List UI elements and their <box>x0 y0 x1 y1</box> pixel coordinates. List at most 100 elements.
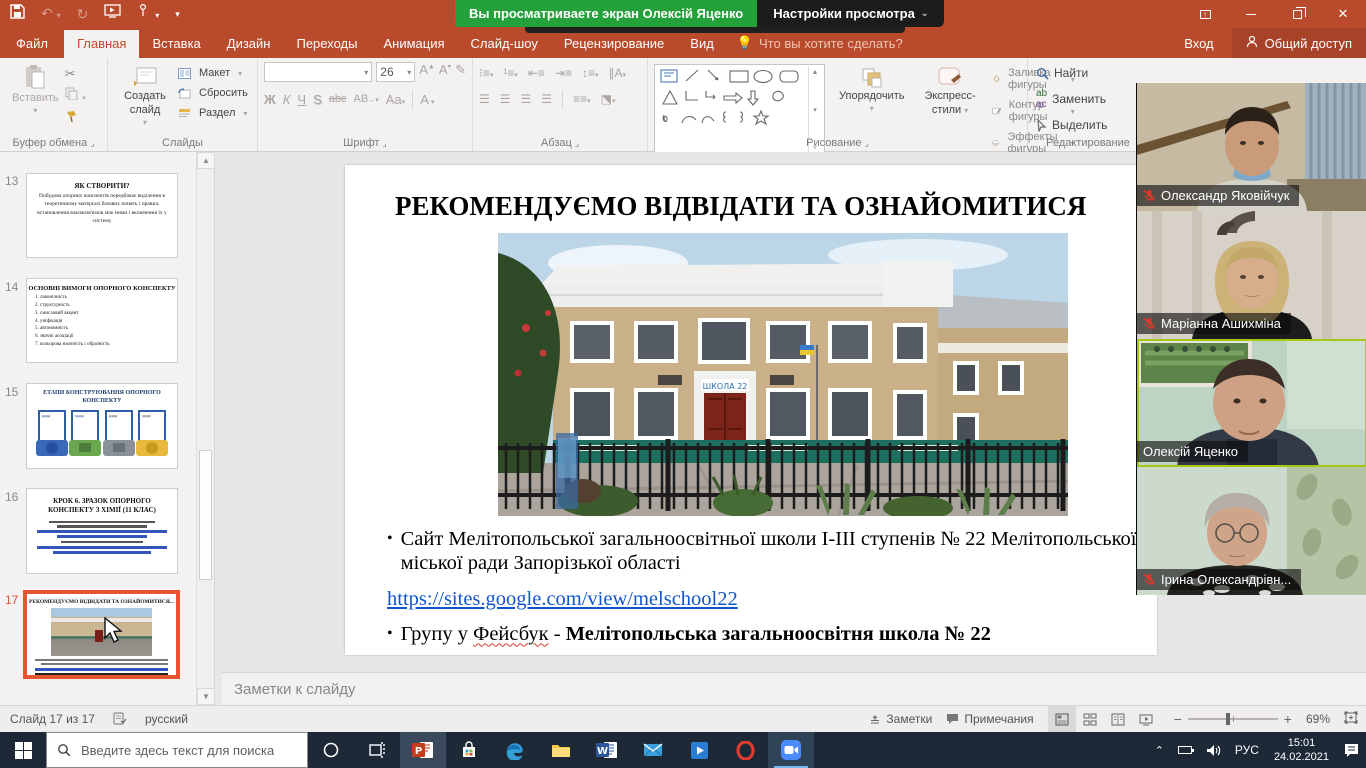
find-button[interactable]: Найти <box>1034 63 1142 83</box>
numbering-icon[interactable]: ¹≡▾ <box>503 66 518 80</box>
tab-animations[interactable]: Анимация <box>370 30 457 58</box>
taskbar-clock[interactable]: 15:01 24.02.2021 <box>1266 736 1337 765</box>
thumbnails-scrollbar[interactable]: ▲ ▼ <box>196 152 214 705</box>
justify-icon[interactable]: ☰ <box>541 92 552 106</box>
tray-chevron-icon[interactable]: ⌃ <box>1148 744 1171 757</box>
smartart-icon[interactable]: ⬔▾ <box>601 92 616 106</box>
tab-transitions[interactable]: Переходы <box>283 30 370 58</box>
slide-canvas[interactable]: РЕКОМЕНДУЄМО ВІДВІДАТИ ТА ОЗНАЙОМИТИСЯ <box>345 165 1157 655</box>
slideshow-view-button[interactable] <box>1132 706 1160 732</box>
zoom-in-button[interactable]: + <box>1284 711 1292 727</box>
thumbnail-slide-17-selected[interactable]: РЕКОМЕНДУЄМО ВІДВІДАТИ ТА ОЗНАЙОМИТИСЯ..… <box>23 590 180 679</box>
zoom-out-button[interactable]: − <box>1174 711 1182 727</box>
cortana-button[interactable] <box>308 732 354 768</box>
taskbar-movies-tv[interactable] <box>676 732 722 768</box>
participant-tile-1[interactable]: Олександр Яковійчук <box>1137 83 1366 211</box>
thumbnail-slide-16[interactable]: КРОК 6. ЗРАЗОК ОПОРНОГО КОНСПЕКТУ З ХІМІ… <box>26 488 178 574</box>
columns-icon[interactable]: ≡≡▾ <box>573 92 591 106</box>
shrink-font-icon[interactable]: А▾ <box>439 62 451 82</box>
restore-button[interactable] <box>1274 0 1320 28</box>
language-indicator[interactable]: русский <box>145 712 188 726</box>
strikethrough-button[interactable]: abc <box>329 93 347 105</box>
taskbar-zoom[interactable] <box>768 732 814 768</box>
bold-button[interactable]: Ж <box>264 92 276 107</box>
layout-button[interactable]: Макет▾ <box>176 65 250 81</box>
start-slideshow-icon[interactable] <box>104 0 121 28</box>
underline-button[interactable]: Ч <box>297 92 306 107</box>
select-button[interactable]: Выделить <box>1034 115 1142 135</box>
task-view-button[interactable] <box>354 732 400 768</box>
taskbar-word[interactable]: W <box>584 732 630 768</box>
reading-view-button[interactable] <box>1104 706 1132 732</box>
zoom-slider[interactable]: − + <box>1174 711 1292 727</box>
thumbnail-slide-14[interactable]: ОСНОВНІ ВИМОГИ ОПОРНОГО КОНСПЕКТУ 1. лак… <box>26 278 178 363</box>
redo-icon[interactable]: ↻ <box>77 0 89 28</box>
slide-sorter-view-button[interactable] <box>1076 706 1104 732</box>
minimize-button[interactable] <box>1228 0 1274 28</box>
align-left-icon[interactable]: ☰ <box>479 92 490 106</box>
school-photo[interactable]: ШКОЛА 22 <box>498 233 1068 516</box>
italic-button[interactable]: К <box>283 92 291 107</box>
font-color-button[interactable]: А ▾ <box>420 92 434 107</box>
taskbar-search[interactable]: Введите здесь текст для поиска <box>46 732 308 768</box>
scrollbar-thumb[interactable] <box>199 450 212 580</box>
battery-icon[interactable] <box>1171 746 1199 754</box>
new-slide-button[interactable]: Создать слайд ▾ <box>114 62 176 130</box>
tab-slideshow[interactable]: Слайд-шоу <box>458 30 551 58</box>
char-spacing-button[interactable]: АВ↔▾ <box>354 93 379 105</box>
spellcheck-icon[interactable] <box>113 711 127 728</box>
scroll-down-button[interactable]: ▼ <box>197 688 215 705</box>
shadow-button[interactable]: S <box>313 92 322 107</box>
start-button[interactable] <box>0 732 46 768</box>
thumbnail-slide-13[interactable]: ЯК СТВОРИТИ? Побудова опорних конспектів… <box>26 173 178 258</box>
save-icon[interactable] <box>10 0 25 28</box>
notes-toggle[interactable]: Заметки <box>869 712 932 726</box>
taskbar-store[interactable] <box>446 732 492 768</box>
thumbnail-slide-15[interactable]: ЕТАПИ КОНСТРУЮВАННЯ ОПОРНОГО КОНСПЕКТУ ▤… <box>26 383 178 469</box>
taskbar-file-explorer[interactable] <box>538 732 584 768</box>
reset-button[interactable]: Сбросить <box>176 85 250 101</box>
font-name-combo[interactable]: ▾ <box>264 62 372 82</box>
participant-tile-2[interactable]: Маріанна Ашихміна <box>1137 211 1366 339</box>
slide-title[interactable]: РЕКОМЕНДУЄМО ВІДВІДАТИ ТА ОЗНАЙОМИТИСЯ <box>395 191 1157 222</box>
align-right-icon[interactable]: ☰ <box>521 92 532 106</box>
copy-icon[interactable]: ▾ <box>65 87 86 105</box>
sign-in-button[interactable]: Вход <box>1166 36 1231 51</box>
undo-icon[interactable]: ↶ ▾ <box>41 0 61 30</box>
notes-pane[interactable]: Заметки к слайду <box>222 672 1366 705</box>
participant-tile-4[interactable]: Ірина Олександрівн... <box>1137 467 1366 595</box>
tab-home[interactable]: Главная <box>64 30 139 58</box>
fit-to-window-icon[interactable] <box>1344 711 1358 727</box>
grow-font-icon[interactable]: А▲ <box>419 62 435 82</box>
slide-body-text[interactable]: • Сайт Мелітопольської загальноосвітньої… <box>387 527 1157 646</box>
customize-qat-icon[interactable]: ▾ <box>175 0 180 28</box>
normal-view-button[interactable] <box>1048 706 1076 732</box>
tab-insert[interactable]: Вставка <box>139 30 213 58</box>
paste-button[interactable]: Вставить ▾ <box>6 62 65 128</box>
clear-format-icon[interactable]: ✎ <box>455 62 466 82</box>
tab-review[interactable]: Рецензирование <box>551 30 677 58</box>
align-center-icon[interactable]: ☰ <box>500 92 511 106</box>
decrease-indent-icon[interactable]: ⇤≡ <box>528 66 545 80</box>
taskbar-powerpoint[interactable]: P <box>400 732 446 768</box>
zoom-level[interactable]: 69% <box>1306 712 1330 726</box>
taskbar-edge[interactable] <box>492 732 538 768</box>
ribbon-display-options-button[interactable]: ↑ <box>1182 0 1228 28</box>
change-case-button[interactable]: Аа▾ <box>386 92 406 107</box>
view-options-button[interactable]: Настройки просмотра ⌄ <box>757 0 944 27</box>
tell-me-box[interactable]: 💡 Что вы хотите сделать? <box>727 29 913 58</box>
line-spacing-icon[interactable]: ↕≡▾ <box>582 66 599 80</box>
scroll-up-button[interactable]: ▲ <box>197 152 215 169</box>
taskbar-mail[interactable] <box>630 732 676 768</box>
tab-design[interactable]: Дизайн <box>214 30 284 58</box>
slide-hyperlink[interactable]: https://sites.google.com/view/melschool2… <box>387 587 1157 611</box>
volume-icon[interactable] <box>1199 744 1228 757</box>
tab-file[interactable]: Файл <box>0 30 64 58</box>
close-button[interactable]: ✕ <box>1320 0 1366 28</box>
language-indicator[interactable]: РУС <box>1228 743 1266 757</box>
touch-mode-icon[interactable]: ▾ <box>137 0 159 30</box>
tab-view[interactable]: Вид <box>677 30 727 58</box>
participant-tile-3-active-speaker[interactable]: Олексій Яценко <box>1137 339 1366 467</box>
share-button[interactable]: Общий доступ <box>1232 28 1366 58</box>
comments-toggle[interactable]: Примечания <box>946 712 1033 726</box>
